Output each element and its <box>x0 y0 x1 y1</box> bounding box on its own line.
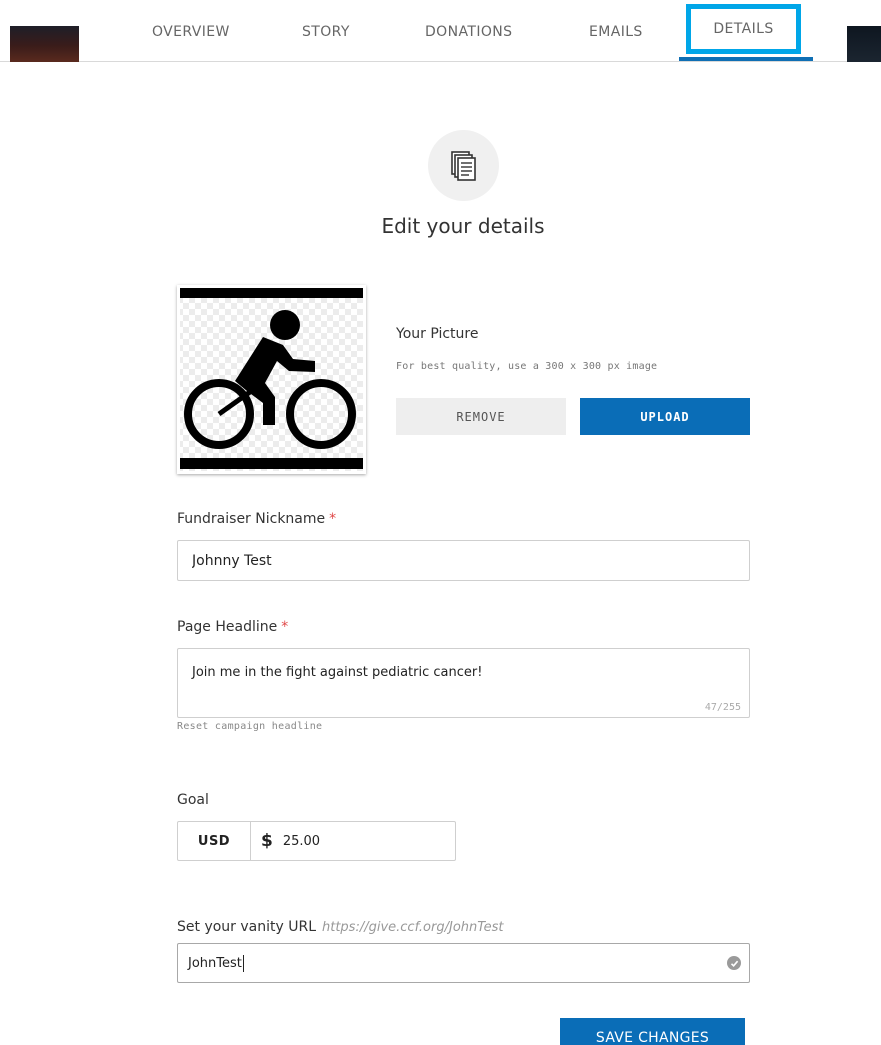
nickname-label-text: Fundraiser Nickname <box>177 511 326 527</box>
character-counter: 47/255 <box>704 702 741 713</box>
tab-donations[interactable]: DONATIONS <box>425 24 512 40</box>
tab-story[interactable]: STORY <box>302 24 350 40</box>
goal-label: Goal <box>177 792 209 808</box>
tab-emails[interactable]: EMAILS <box>589 24 643 40</box>
headline-value: Join me in the fight against pediatric c… <box>192 665 483 680</box>
headline-label: Page Headline * <box>177 619 288 635</box>
tab-details-highlight[interactable]: DETAILS <box>686 4 801 54</box>
text-caret <box>242 954 244 972</box>
nickname-input[interactable] <box>177 540 750 581</box>
picture-label: Your Picture <box>396 326 479 342</box>
thumbnail-right[interactable] <box>847 26 881 62</box>
goal-amount-value: 25.00 <box>282 833 321 849</box>
reset-headline-link[interactable]: Reset campaign headline <box>177 721 322 732</box>
required-mark: * <box>329 511 337 527</box>
required-mark: * <box>281 619 289 635</box>
save-changes-button[interactable]: SAVE CHANGES <box>560 1018 745 1045</box>
vanity-value: JohnTest <box>188 955 242 971</box>
vanity-label-text: Set your vanity URL <box>177 919 316 935</box>
nickname-label: Fundraiser Nickname * <box>177 511 336 527</box>
currency-selector[interactable]: USD <box>178 822 251 860</box>
check-circle-icon <box>727 956 741 970</box>
picture-hint: For best quality, use a 300 x 300 px ima… <box>396 361 658 372</box>
page-title: Edit your details <box>381 214 545 238</box>
goal-field: USD $ 25.00 <box>177 821 456 861</box>
cyclist-icon <box>180 288 363 471</box>
remove-picture-button[interactable]: REMOVE <box>396 398 566 435</box>
avatar-image <box>177 285 366 474</box>
vanity-url-input[interactable]: JohnTest <box>177 943 750 983</box>
tab-details[interactable]: DETAILS <box>713 21 773 37</box>
vanity-label: Set your vanity URL https://give.ccf.org/… <box>177 919 503 935</box>
dollar-icon: $ <box>261 831 273 851</box>
documents-icon <box>428 130 499 201</box>
top-nav: OVERVIEW STORY DONATIONS EMAILS DETAILS <box>0 0 881 62</box>
vanity-url-hint: https://give.ccf.org/JohnTest <box>322 920 504 935</box>
headline-textarea[interactable]: Join me in the fight against pediatric c… <box>177 648 750 718</box>
upload-picture-button[interactable]: UPLOAD <box>580 398 750 435</box>
thumbnail-left[interactable] <box>10 26 79 62</box>
active-tab-indicator <box>679 57 813 61</box>
tab-overview[interactable]: OVERVIEW <box>152 24 230 40</box>
goal-amount-input[interactable]: $ 25.00 <box>251 822 455 860</box>
headline-label-text: Page Headline <box>177 619 278 635</box>
